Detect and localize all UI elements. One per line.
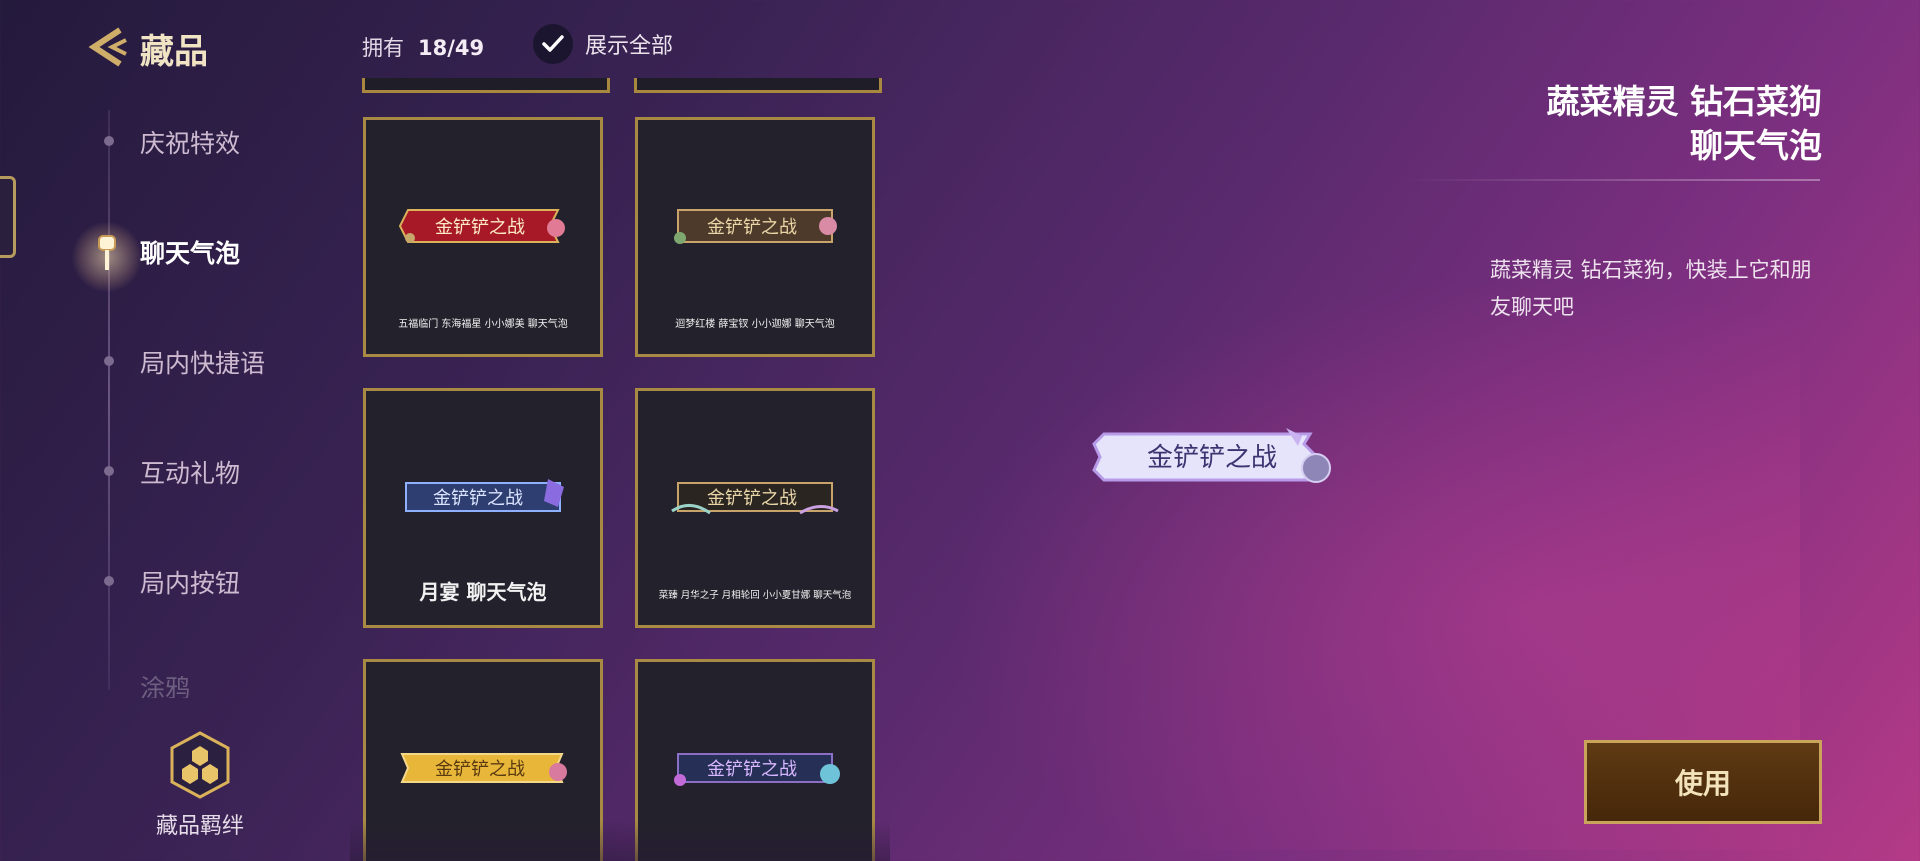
collection-bond-button[interactable]: 藏品羁绊: [150, 730, 250, 840]
show-all-checkbox[interactable]: [533, 24, 573, 64]
nav-item-interactive-gifts[interactable]: 互动礼物: [140, 454, 240, 490]
nav-rail-line: [108, 110, 110, 690]
nav-dot: [104, 356, 114, 366]
card-name: 迴梦红楼 薛宝钗 小小迦娜 聊天气泡: [675, 319, 835, 330]
nav-item-label: 互动礼物: [140, 459, 241, 488]
chat-bubble-card[interactable]: 金铲铲之战 五福临门 东海福星 小小娜美 聊天气泡: [363, 117, 603, 357]
nav-dot: [104, 136, 114, 146]
bubble-text: 金铲铲之战: [707, 488, 797, 509]
card-partial[interactable]: [362, 78, 610, 93]
back-arrow-icon[interactable]: [86, 26, 130, 68]
detail-divider: [1400, 179, 1820, 181]
show-all-toggle[interactable]: 展示全部: [533, 24, 673, 64]
preview-bubble-text: 金铲铲之战: [1147, 443, 1277, 473]
nav-item-label: 局内按钮: [140, 569, 241, 598]
nav-item-label: 聊天气泡: [140, 239, 241, 268]
card-name: 菜臻 月华之子 月相轮回 小小夏甘娜 聊天气泡: [658, 590, 852, 601]
detail-description: 蔬菜精灵 钻石菜狗，快装上它和朋友聊天吧: [1490, 258, 1812, 319]
bubble-text: 金铲铲之战: [707, 759, 797, 780]
use-button[interactable]: 使用: [1584, 740, 1822, 824]
chat-bubble-card[interactable]: 金铲铲之战 迴梦红楼 薛宝钗 小小迦娜 聊天气泡: [635, 117, 875, 357]
side-drawer-handle[interactable]: [0, 176, 16, 258]
selected-bubble-preview: 金铲铲之战: [1092, 428, 1331, 483]
nav-item-label: 庆祝特效: [140, 129, 241, 158]
chat-bubble-preview: 金铲铲之战: [400, 753, 567, 783]
chat-bubble-preview: 金铲铲之战: [671, 482, 839, 515]
owned-label: 拥有: [362, 36, 404, 60]
bubble-text: 金铲铲之战: [435, 759, 525, 780]
detail-title-line1: 蔬菜精灵 钻石菜狗: [1546, 82, 1823, 121]
card-name: 月宴 聊天气泡: [419, 580, 547, 604]
owned-counter: 拥有 18/49: [362, 32, 484, 62]
nav-item-graffiti[interactable]: 涂鸦: [140, 676, 190, 698]
grid-bottom-fade: [350, 820, 890, 861]
card-name: 五福临门 东海福星 小小娜美 聊天气泡: [398, 319, 568, 330]
detail-title-line2: 聊天气泡: [1690, 126, 1822, 165]
nav-item-quick-phrases[interactable]: 局内快捷语: [140, 344, 265, 380]
chat-bubble-card[interactable]: 金铲铲之战 月宴 聊天气泡: [363, 388, 603, 628]
nav-item-label: 涂鸦: [140, 676, 191, 698]
nav-item-label: 局内快捷语: [140, 349, 266, 378]
bubble-text: 金铲铲之战: [435, 217, 525, 238]
chat-bubble-preview: 金铲铲之战: [398, 209, 565, 243]
card-partial[interactable]: [634, 78, 882, 93]
chat-bubble-preview: 金铲铲之战: [674, 753, 840, 786]
nav-dot: [104, 576, 114, 586]
bubble-text: 金铲铲之战: [433, 488, 523, 509]
chat-bubble-preview: 金铲铲之战: [674, 209, 837, 244]
checkmark-icon: [542, 35, 564, 52]
chat-bubble-card[interactable]: 金铲铲之战 菜臻 月华之子 月相轮回 小小夏甘娜 聊天气泡: [635, 388, 875, 628]
nav-item-ingame-buttons[interactable]: 局内按钮: [140, 564, 240, 600]
nav-item-celebration-effects[interactable]: 庆祝特效: [140, 124, 240, 160]
nav-item-chat-bubbles[interactable]: 聊天气泡: [140, 234, 240, 270]
honeycomb-icon: [170, 731, 230, 799]
bubble-text: 金铲铲之战: [707, 217, 797, 238]
collection-bond-label: 藏品羁绊: [155, 814, 244, 839]
nav-dot: [104, 466, 114, 476]
detail-title: 蔬菜精灵 钻石菜狗 聊天气泡: [1547, 80, 1823, 168]
spatula-icon: [98, 235, 116, 270]
owned-count: 18/49: [418, 36, 485, 60]
show-all-label: 展示全部: [585, 34, 674, 59]
page-title: 藏品: [140, 32, 208, 72]
chat-bubble-preview: 金铲铲之战: [405, 479, 564, 512]
